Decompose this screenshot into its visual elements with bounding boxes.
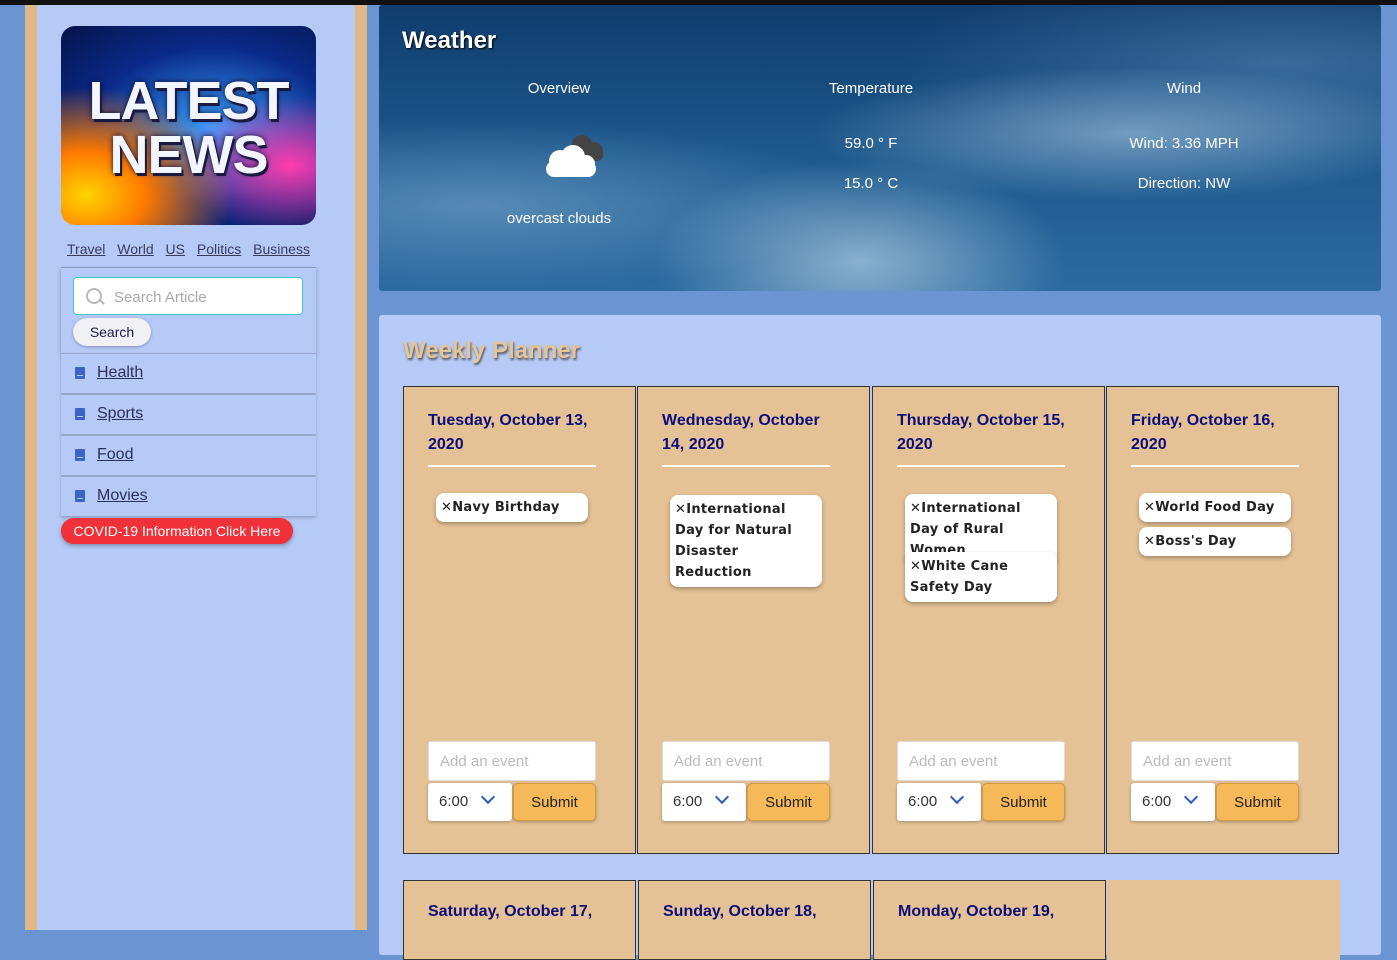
sidebar-item-sports[interactable]: Sports (61, 394, 316, 434)
event-label: White Cane Safety Day (910, 559, 1009, 595)
add-event-input[interactable] (897, 741, 1065, 781)
time-select[interactable]: 6:00 (1131, 783, 1215, 821)
wind-speed: Wind: 3.36 MPH (1129, 135, 1239, 152)
logo-line-1: LATEST (88, 71, 290, 131)
divider (662, 465, 830, 467)
wind-heading: Wind (1166, 80, 1202, 97)
book-icon (75, 408, 85, 420)
remove-event-icon[interactable]: ✕ (1144, 534, 1155, 549)
latest-news-logo: LATEST NEWS (61, 26, 316, 225)
chevron-down-icon (1183, 789, 1199, 805)
day-heading: Tuesday, October 13, 2020 (428, 412, 588, 453)
book-icon (75, 490, 85, 502)
remove-event-icon[interactable]: ✕ (675, 502, 686, 517)
day-card-tuesday: Tuesday, October 13, 2020 ✕Navy Birthday… (403, 386, 636, 854)
overcast-cloud-icon (538, 131, 610, 179)
nav-link-business[interactable]: Business (253, 241, 310, 257)
submit-button[interactable]: Submit (747, 783, 830, 821)
weather-title: Weather (402, 27, 497, 54)
time-select[interactable]: 6:00 (662, 783, 746, 821)
search-panel: Search (61, 267, 316, 354)
event-label: International Day for Natural Disaster R… (675, 502, 792, 580)
logo-line-2: NEWS (109, 125, 269, 185)
sidebar-item-label[interactable]: Movies (97, 487, 148, 505)
sidebar-item-food[interactable]: Food (61, 435, 316, 475)
day-card-saturday: Saturday, October 17, (403, 880, 636, 960)
add-event-input[interactable] (1131, 741, 1299, 781)
weather-description: overcast clouds (506, 210, 612, 227)
divider (428, 465, 596, 467)
day-card-sunday: Sunday, October 18, (638, 880, 871, 960)
sidebar: LATEST NEWS Travel World US Politics Bus… (37, 5, 355, 930)
planner-title: Weekly Planner (403, 337, 580, 364)
time-value: 6:00 (673, 793, 703, 810)
remove-event-icon[interactable]: ✕ (441, 500, 452, 515)
book-icon (75, 367, 85, 379)
overview-heading: Overview (527, 80, 591, 97)
event-item: ✕International Day for Natural Disaster … (670, 495, 822, 587)
time-select[interactable]: 6:00 (897, 783, 981, 821)
sidebar-item-label[interactable]: Health (97, 364, 143, 382)
time-value: 6:00 (908, 793, 938, 810)
day-heading: Thursday, October 15, 2020 (897, 412, 1065, 453)
time-select[interactable]: 6:00 (428, 783, 512, 821)
day-heading: Monday, October 19, (898, 903, 1055, 920)
time-value: 6:00 (439, 793, 469, 810)
event-item: ✕Boss's Day (1139, 527, 1291, 556)
divider (897, 465, 1065, 467)
temperature-heading: Temperature (828, 80, 914, 97)
remove-event-icon[interactable]: ✕ (1144, 500, 1155, 515)
day-heading: Friday, October 16, 2020 (1131, 412, 1275, 453)
temp-celsius: 15.0 ° C (843, 175, 899, 192)
sidebar-item-label[interactable]: Sports (97, 405, 143, 423)
submit-button[interactable]: Submit (513, 783, 596, 821)
covid-info-button[interactable]: COVID-19 Information Click Here (61, 518, 293, 544)
sidebar-frame: LATEST NEWS Travel World US Politics Bus… (25, 5, 367, 930)
event-label: Navy Birthday (452, 500, 560, 515)
time-value: 6:00 (1142, 793, 1172, 810)
search-input[interactable] (112, 278, 302, 316)
add-event-input[interactable] (428, 741, 596, 781)
day-card-wednesday: Wednesday, October 14, 2020 ✕Internation… (637, 386, 870, 854)
weekly-planner: Weekly Planner Tuesday, October 13, 2020… (379, 315, 1381, 960)
chevron-down-icon (480, 789, 496, 805)
event-label: International Day of Rural Women (910, 501, 1021, 558)
divider (1131, 465, 1299, 467)
day-heading: Sunday, October 18, (663, 903, 817, 920)
nav-link-world[interactable]: World (117, 241, 153, 257)
nav-link-travel[interactable]: Travel (67, 241, 105, 257)
book-icon (75, 449, 85, 461)
day-card-friday: Friday, October 16, 2020 ✕World Food Day… (1106, 386, 1339, 854)
day-heading: Wednesday, October 14, 2020 (662, 412, 820, 453)
temp-fahrenheit: 59.0 ° F (844, 135, 898, 152)
day-heading: Saturday, October 17, (428, 903, 593, 920)
nav-link-us[interactable]: US (166, 241, 185, 257)
add-event-input[interactable] (662, 741, 830, 781)
submit-button[interactable]: Submit (982, 783, 1065, 821)
event-item: ✕World Food Day (1139, 493, 1291, 522)
sidebar-item-movies[interactable]: Movies (61, 476, 316, 516)
event-item: ✕White Cane Safety Day (905, 552, 1057, 602)
event-label: World Food Day (1155, 500, 1275, 515)
nav-link-politics[interactable]: Politics (197, 241, 241, 257)
chevron-down-icon (714, 789, 730, 805)
sidebar-item-health[interactable]: Health (61, 353, 316, 393)
day-card-empty (1107, 880, 1340, 960)
event-item: ✕Navy Birthday (436, 493, 588, 522)
sidebar-item-label[interactable]: Food (97, 446, 133, 464)
remove-event-icon[interactable]: ✕ (910, 501, 921, 516)
chevron-down-icon (949, 789, 965, 805)
submit-button[interactable]: Submit (1216, 783, 1299, 821)
section-nav: Travel World US Politics Business (61, 241, 316, 257)
search-field (73, 277, 303, 316)
remove-event-icon[interactable]: ✕ (910, 559, 921, 574)
wind-direction: Direction: NW (1137, 175, 1231, 192)
day-card-monday: Monday, October 19, (873, 880, 1106, 960)
event-label: Boss's Day (1155, 534, 1237, 549)
search-icon (86, 288, 102, 304)
day-card-thursday: Thursday, October 15, 2020 ✕Internationa… (872, 386, 1105, 854)
weather-panel: Weather Overview overcast clouds Tempera… (379, 5, 1381, 291)
search-button[interactable]: Search (73, 318, 151, 346)
